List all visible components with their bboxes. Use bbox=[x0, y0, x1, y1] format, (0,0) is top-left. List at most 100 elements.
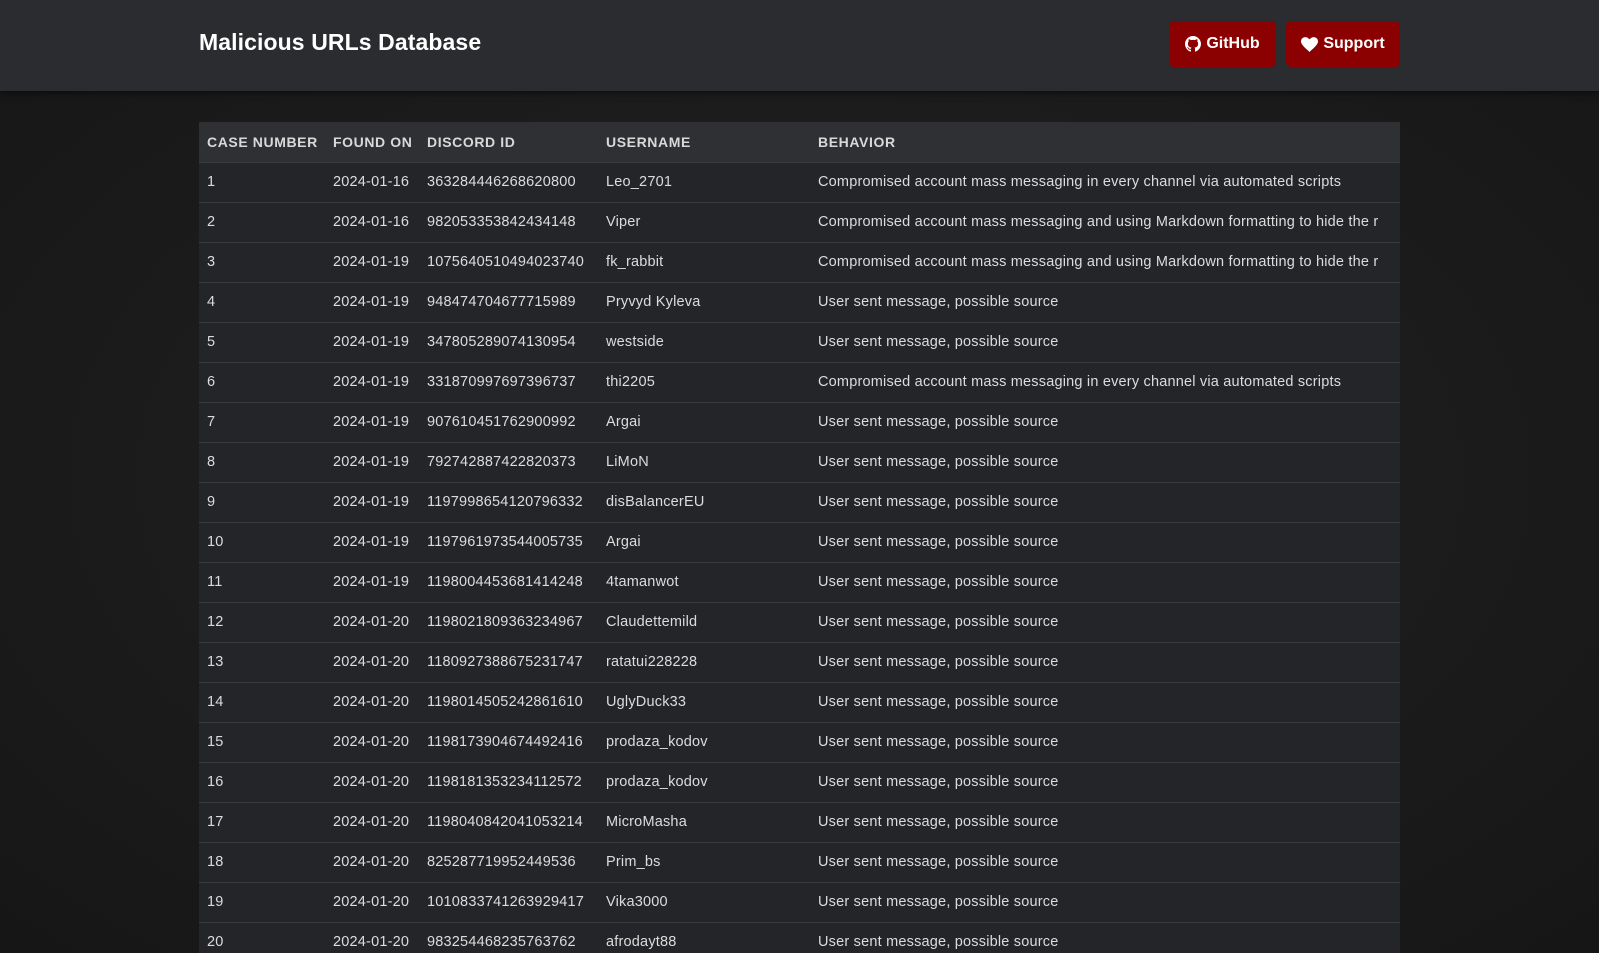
cell-behavior: Compromised account mass messaging in ev… bbox=[818, 374, 1342, 390]
cell-username: Prim_bs bbox=[606, 854, 661, 870]
cell-discord-id: 825287719952449536 bbox=[427, 854, 576, 870]
support-button[interactable]: Support bbox=[1286, 21, 1400, 67]
table-row: 1 2024-01-16 363284446268620800 Leo_2701 Com… bbox=[199, 162, 1400, 202]
cell-discord-id: 792742887422820373 bbox=[427, 454, 576, 470]
top-header: Malicious URLs Database GitHub Support bbox=[0, 0, 1599, 91]
cell-found-on: 2024-01-19 bbox=[333, 414, 410, 430]
cell-case-number: 5 bbox=[207, 334, 216, 350]
cell-discord-id: 1197961973544005735 bbox=[427, 534, 583, 550]
cell-username: LiMoN bbox=[606, 454, 649, 470]
table-row: 17 2024-01-20 1198040842041053214 MicroMash… bbox=[199, 802, 1400, 842]
support-button-label: Support bbox=[1323, 35, 1385, 52]
cell-discord-id: 983254468235763762 bbox=[427, 934, 576, 951]
table-header-row: CASE NUMBER FOUND ON DISCORD ID USERNAME BEH… bbox=[199, 122, 1400, 162]
cell-username: prodaza_kodov bbox=[606, 774, 708, 790]
cell-discord-id: 1198004453681414248 bbox=[427, 574, 583, 590]
table-row: 16 2024-01-20 1198181353234112572 prodaza_k… bbox=[199, 762, 1400, 802]
cell-found-on: 2024-01-19 bbox=[333, 374, 410, 390]
cell-behavior: User sent message, possible source bbox=[818, 894, 1059, 910]
cell-discord-id: 948474704677715989 bbox=[427, 294, 576, 310]
cell-found-on: 2024-01-20 bbox=[333, 654, 410, 670]
table-body: 1 2024-01-16 363284446268620800 Leo_2701 Com… bbox=[199, 162, 1400, 953]
cell-username: Leo_2701 bbox=[606, 174, 673, 190]
cell-found-on: 2024-01-19 bbox=[333, 574, 410, 590]
cell-username: Argai bbox=[606, 534, 641, 550]
cell-behavior: Compromised account mass messaging in ev… bbox=[818, 174, 1342, 190]
column-header-case-number: CASE NUMBER bbox=[207, 133, 318, 150]
cell-username: ratatui228228 bbox=[606, 654, 698, 670]
urls-table-container[interactable]: CASE NUMBER FOUND ON DISCORD ID USERNAME BEH… bbox=[199, 122, 1400, 953]
cell-behavior: User sent message, possible source bbox=[818, 414, 1059, 430]
cell-behavior: User sent message, possible source bbox=[818, 694, 1059, 710]
cell-case-number: 16 bbox=[207, 774, 224, 790]
cell-case-number: 3 bbox=[207, 254, 216, 270]
cell-found-on: 2024-01-16 bbox=[333, 174, 410, 190]
cell-found-on: 2024-01-20 bbox=[333, 774, 410, 790]
cell-behavior: User sent message, possible source bbox=[818, 614, 1059, 630]
cell-behavior: User sent message, possible source bbox=[818, 814, 1059, 830]
cell-username: Vika3000 bbox=[606, 894, 668, 910]
cell-found-on: 2024-01-19 bbox=[333, 454, 410, 470]
cell-discord-id: 363284446268620800 bbox=[427, 174, 576, 190]
cell-username: Argai bbox=[606, 414, 641, 430]
cell-case-number: 8 bbox=[207, 454, 216, 470]
cell-discord-id: 1010833741263929417 bbox=[427, 894, 585, 910]
cell-username: Claudettemild bbox=[606, 614, 698, 630]
cell-behavior: User sent message, possible source bbox=[818, 574, 1059, 590]
table-row: 11 2024-01-19 1198004453681414248 4tamanwot… bbox=[199, 562, 1400, 602]
cell-behavior: User sent message, possible source bbox=[818, 934, 1059, 951]
cell-behavior: User sent message, possible source bbox=[818, 654, 1059, 670]
site-title: Malicious URLs Database bbox=[199, 29, 482, 55]
cell-found-on: 2024-01-19 bbox=[333, 294, 410, 310]
cell-case-number: 20 bbox=[207, 934, 224, 951]
cell-username: fk_rabbit bbox=[606, 254, 664, 270]
github-button[interactable]: GitHub bbox=[1169, 21, 1276, 67]
table-row: 14 2024-01-20 1198014505242861610 UglyDuck3… bbox=[199, 682, 1400, 722]
cell-found-on: 2024-01-19 bbox=[333, 494, 410, 510]
column-header-discord-id: DISCORD ID bbox=[427, 133, 516, 150]
table-row: 4 2024-01-19 948474704677715989 Pryvyd Kyle… bbox=[199, 282, 1400, 322]
table-row: 9 2024-01-19 1197998654120796332 disBalance… bbox=[199, 482, 1400, 522]
cell-username: 4tamanwot bbox=[606, 574, 679, 590]
cell-behavior: User sent message, possible source bbox=[818, 774, 1059, 790]
cell-username: thi2205 bbox=[606, 374, 655, 390]
cell-username: Pryvyd Kyleva bbox=[606, 294, 701, 310]
cell-behavior: Compromised account mass messaging and u… bbox=[818, 254, 1379, 270]
cell-discord-id: 331870997697396737 bbox=[427, 374, 576, 390]
cell-behavior: User sent message, possible source bbox=[818, 454, 1059, 470]
table-row: 18 2024-01-20 825287719952449536 Prim_bs Use… bbox=[199, 842, 1400, 882]
cell-discord-id: 1198173904674492416 bbox=[427, 734, 583, 750]
cell-username: prodaza_kodov bbox=[606, 734, 708, 750]
cell-case-number: 7 bbox=[207, 414, 216, 430]
table-row: 13 2024-01-20 1180927388675231747 ratatui22… bbox=[199, 642, 1400, 682]
table-row: 3 2024-01-19 1075640510494023740 fk_rabbit C… bbox=[199, 242, 1400, 282]
cell-discord-id: 1198181353234112572 bbox=[427, 774, 582, 790]
cell-found-on: 2024-01-19 bbox=[333, 334, 410, 350]
cell-behavior: Compromised account mass messaging and u… bbox=[818, 214, 1379, 230]
table-header: CASE NUMBER FOUND ON DISCORD ID USERNAME BEH… bbox=[199, 122, 1400, 162]
table-row: 10 2024-01-19 1197961973544005735 Argai User… bbox=[199, 522, 1400, 562]
cell-discord-id: 1198021809363234967 bbox=[427, 614, 583, 630]
cell-discord-id: 982053353842434148 bbox=[427, 214, 576, 230]
cell-username: UglyDuck33 bbox=[606, 694, 687, 710]
cell-username: afrodayt88 bbox=[606, 934, 677, 951]
table-row: 19 2024-01-20 1010833741263929417 Vika3000 U… bbox=[199, 882, 1400, 922]
cell-behavior: User sent message, possible source bbox=[818, 854, 1059, 870]
cell-case-number: 2 bbox=[207, 214, 216, 230]
cell-case-number: 18 bbox=[207, 854, 224, 870]
cell-discord-id: 1198014505242861610 bbox=[427, 694, 583, 710]
cell-found-on: 2024-01-20 bbox=[333, 894, 410, 910]
cell-behavior: User sent message, possible source bbox=[818, 294, 1059, 310]
table-row: 6 2024-01-19 331870997697396737 thi2205 Comp… bbox=[199, 362, 1400, 402]
cell-behavior: User sent message, possible source bbox=[818, 494, 1059, 510]
urls-table: CASE NUMBER FOUND ON DISCORD ID USERNAME BEH… bbox=[199, 122, 1400, 953]
cell-discord-id: 1180927388675231747 bbox=[427, 654, 583, 670]
cell-case-number: 12 bbox=[207, 614, 224, 630]
cell-case-number: 19 bbox=[207, 894, 224, 910]
cell-username: disBalancerEU bbox=[606, 494, 705, 510]
cell-case-number: 14 bbox=[207, 694, 224, 710]
cell-discord-id: 347805289074130954 bbox=[427, 334, 576, 350]
cell-case-number: 15 bbox=[207, 734, 224, 750]
cell-discord-id: 1198040842041053214 bbox=[427, 814, 583, 830]
cell-case-number: 1 bbox=[207, 174, 216, 190]
